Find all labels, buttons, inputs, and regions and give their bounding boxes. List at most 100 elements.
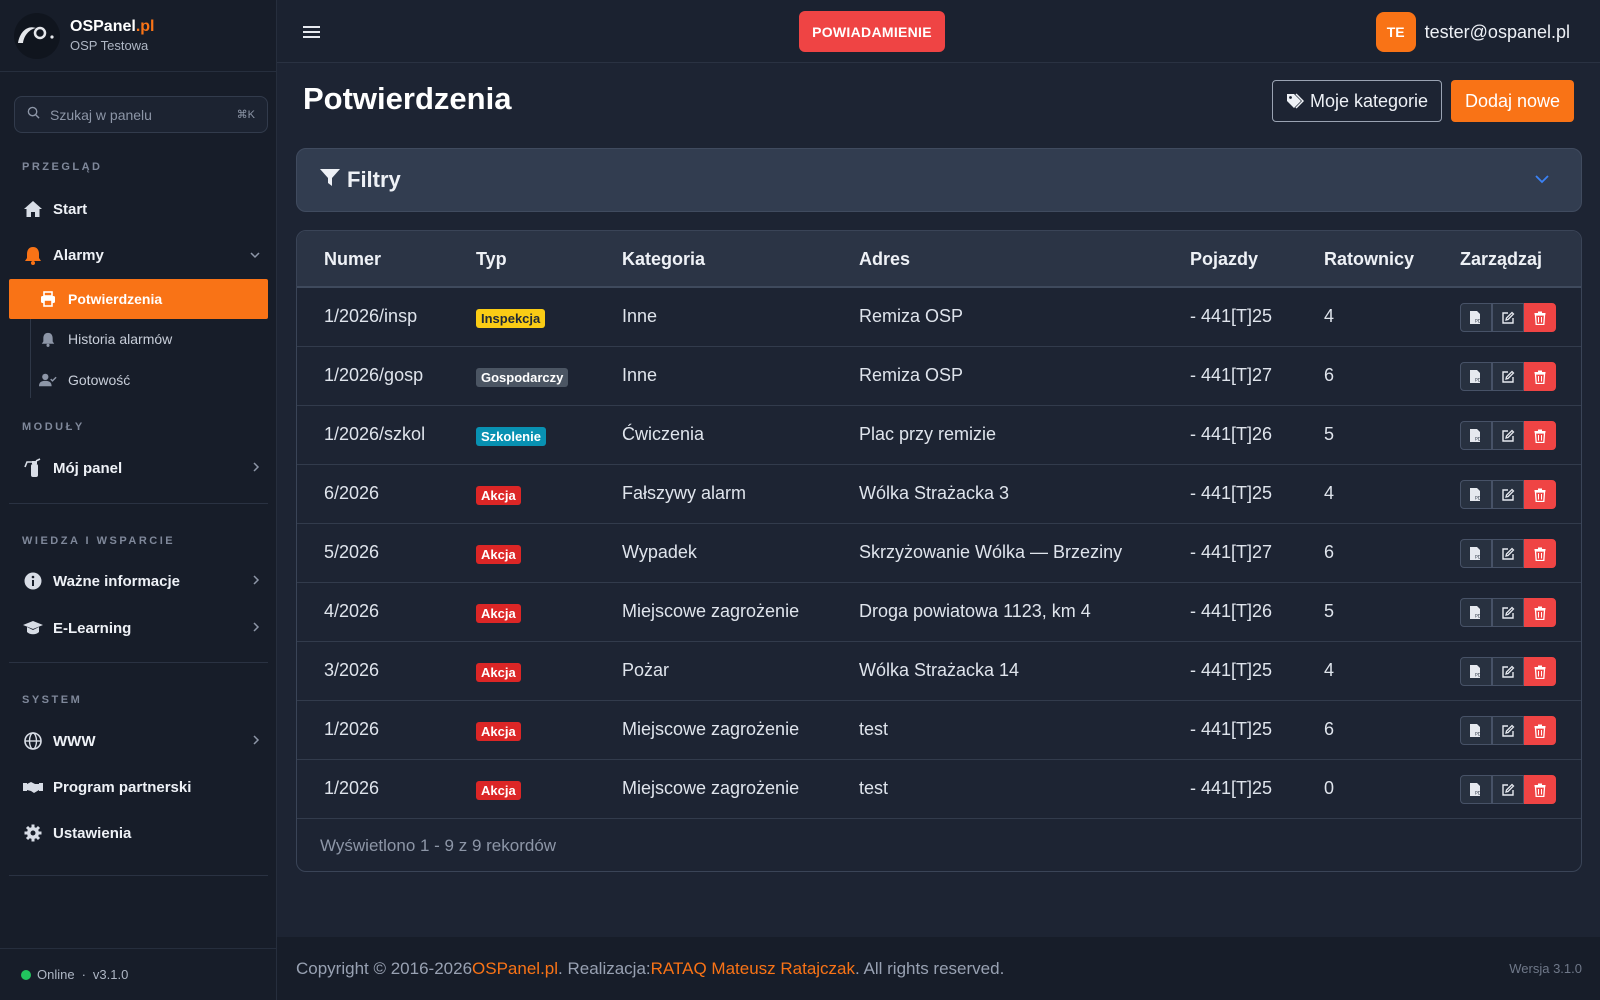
delete-button[interactable] [1524,716,1556,745]
author-link[interactable]: RATAQ Mateusz Ratajczak [651,959,855,979]
section-knowledge: WIEDZA I WSPARCIE [22,535,176,547]
cell-category: Wypadek [622,542,697,562]
sidebar-item-label: Mój panel [53,459,123,477]
sidebar-divider [9,662,268,663]
trash-icon [1534,724,1546,738]
svg-text:PDF: PDF [1475,614,1483,620]
sidebar-item-www[interactable]: WWW [14,721,268,761]
logo-icon [14,12,60,59]
edit-icon [1501,311,1515,325]
sidebar-item-alarm-history[interactable]: Historia alarmów [9,319,268,359]
pdf-button[interactable]: PDF [1460,716,1492,745]
edit-button[interactable] [1492,775,1524,804]
delete-button[interactable] [1524,480,1556,509]
sidebar-item-partner[interactable]: Program partnerski [14,767,268,807]
chevron-right-icon [253,461,260,475]
sidebar-item-elearning[interactable]: E-Learning [14,608,268,648]
cell-rescuers: 4 [1324,306,1335,326]
edit-button[interactable] [1492,421,1524,450]
site-link[interactable]: OSPanel.pl [472,959,558,979]
cell-number: 1/2026 [324,719,380,739]
sidebar-item-my-panel[interactable]: Mój panel [14,448,268,488]
cell-number: 1/2026 [324,778,380,798]
svg-text:PDF: PDF [1475,791,1483,797]
delete-button[interactable] [1524,303,1556,332]
edit-icon [1501,724,1515,738]
footer-version: Wersja 3.1.0 [1509,961,1582,976]
table-row: 4/2026 Miejscowe zagrożenie Droga powiatow… [297,583,1581,642]
sidebar-item-alarms[interactable]: Alarmy [14,235,268,275]
table-row: 1/2026 Miejscowe zagrożenie test - 441[T]25… [297,760,1581,819]
bell-icon [22,246,44,265]
edit-button[interactable] [1492,716,1524,745]
cell-address: Remiza OSP [859,306,964,326]
sidebar-item-confirmations[interactable]: Potwierdzenia [9,279,268,319]
pdf-button[interactable]: PDF [1460,775,1492,804]
chevron-down-icon[interactable] [1535,171,1549,189]
search-input[interactable]: Szukaj w panelu ⌘K [14,96,268,133]
sidebar-item-readiness[interactable]: Gotowość [9,360,268,400]
table-row: 1/2026/gosp Inne Remiza OSP - 441[T]27 6 Gosp… [297,347,1581,406]
svg-text:PDF: PDF [1475,437,1483,443]
delete-button[interactable] [1524,657,1556,686]
edit-button[interactable] [1492,657,1524,686]
type-badge: Akcja [476,663,521,682]
my-categories-button[interactable]: Moje kategorie [1272,80,1442,122]
hamburger-icon[interactable] [303,20,321,46]
column-header: Numer [324,249,382,269]
edit-button[interactable] [1492,303,1524,332]
pdf-icon: PDF [1469,723,1483,738]
edit-button[interactable] [1492,480,1524,509]
add-new-button[interactable]: Dodaj nowe [1451,80,1574,122]
delete-button[interactable] [1524,362,1556,391]
user-menu[interactable]: TE tester@ospanel.pl [1375,12,1570,52]
cell-number: 1/2026/gosp [324,365,424,385]
brand-unit: OSP Testowa [70,38,149,53]
sidebar-item-label: Ustawienia [53,824,132,842]
edit-button[interactable] [1492,539,1524,568]
sidebar-item-settings[interactable]: Ustawienia [14,813,268,853]
edit-icon [1501,783,1515,797]
delete-button[interactable] [1524,598,1556,627]
pdf-button[interactable]: PDF [1460,480,1492,509]
handshake-icon [22,779,44,795]
edit-icon [1501,665,1515,679]
chevron-right-icon [253,621,260,635]
brand-name: OSPanel.pl [70,18,155,35]
delete-button[interactable] [1524,539,1556,568]
cell-vehicles: - 441[T]25 [1190,778,1273,798]
row-actions: PDF [1460,421,1556,450]
row-actions: PDF [1460,775,1556,804]
type-badge: Akcja [476,722,521,741]
pdf-button[interactable]: PDF [1460,539,1492,568]
sidebar-item-start[interactable]: Start [14,189,268,229]
copyright-text: Copyright © 2016-2026 [296,958,473,978]
pdf-button[interactable]: PDF [1460,657,1492,686]
edit-button[interactable] [1492,598,1524,627]
sidebar-item-label: Gotowość [68,372,131,388]
cell-rescuers: 0 [1324,778,1335,798]
cell-category: Pożar [622,660,670,680]
brand[interactable]: OSPanel.pl OSP Testowa [0,0,276,72]
pdf-button[interactable]: PDF [1460,303,1492,332]
pdf-button[interactable]: PDF [1460,362,1492,391]
cell-address: Wólka Strażacka 3 [859,483,1010,503]
cell-category: Fałszywy alarm [622,483,747,503]
delete-button[interactable] [1524,775,1556,804]
pdf-icon: PDF [1469,605,1483,620]
cell-category: Inne [622,306,658,326]
gear-icon [22,824,44,842]
trash-icon [1534,665,1546,679]
trash-icon [1534,606,1546,620]
pdf-button[interactable]: PDF [1460,598,1492,627]
filters-panel[interactable]: Filtry [296,148,1582,212]
cell-rescuers: 6 [1324,365,1335,385]
delete-button[interactable] [1524,421,1556,450]
trash-icon [1534,488,1546,502]
sidebar-item-important-info[interactable]: Ważne informacje [14,561,268,601]
online-indicator [21,969,31,980]
pdf-icon: PDF [1469,310,1483,325]
pdf-button[interactable]: PDF [1460,421,1492,450]
notification-button[interactable]: POWIADAMIENIE [799,11,945,52]
edit-button[interactable] [1492,362,1524,391]
